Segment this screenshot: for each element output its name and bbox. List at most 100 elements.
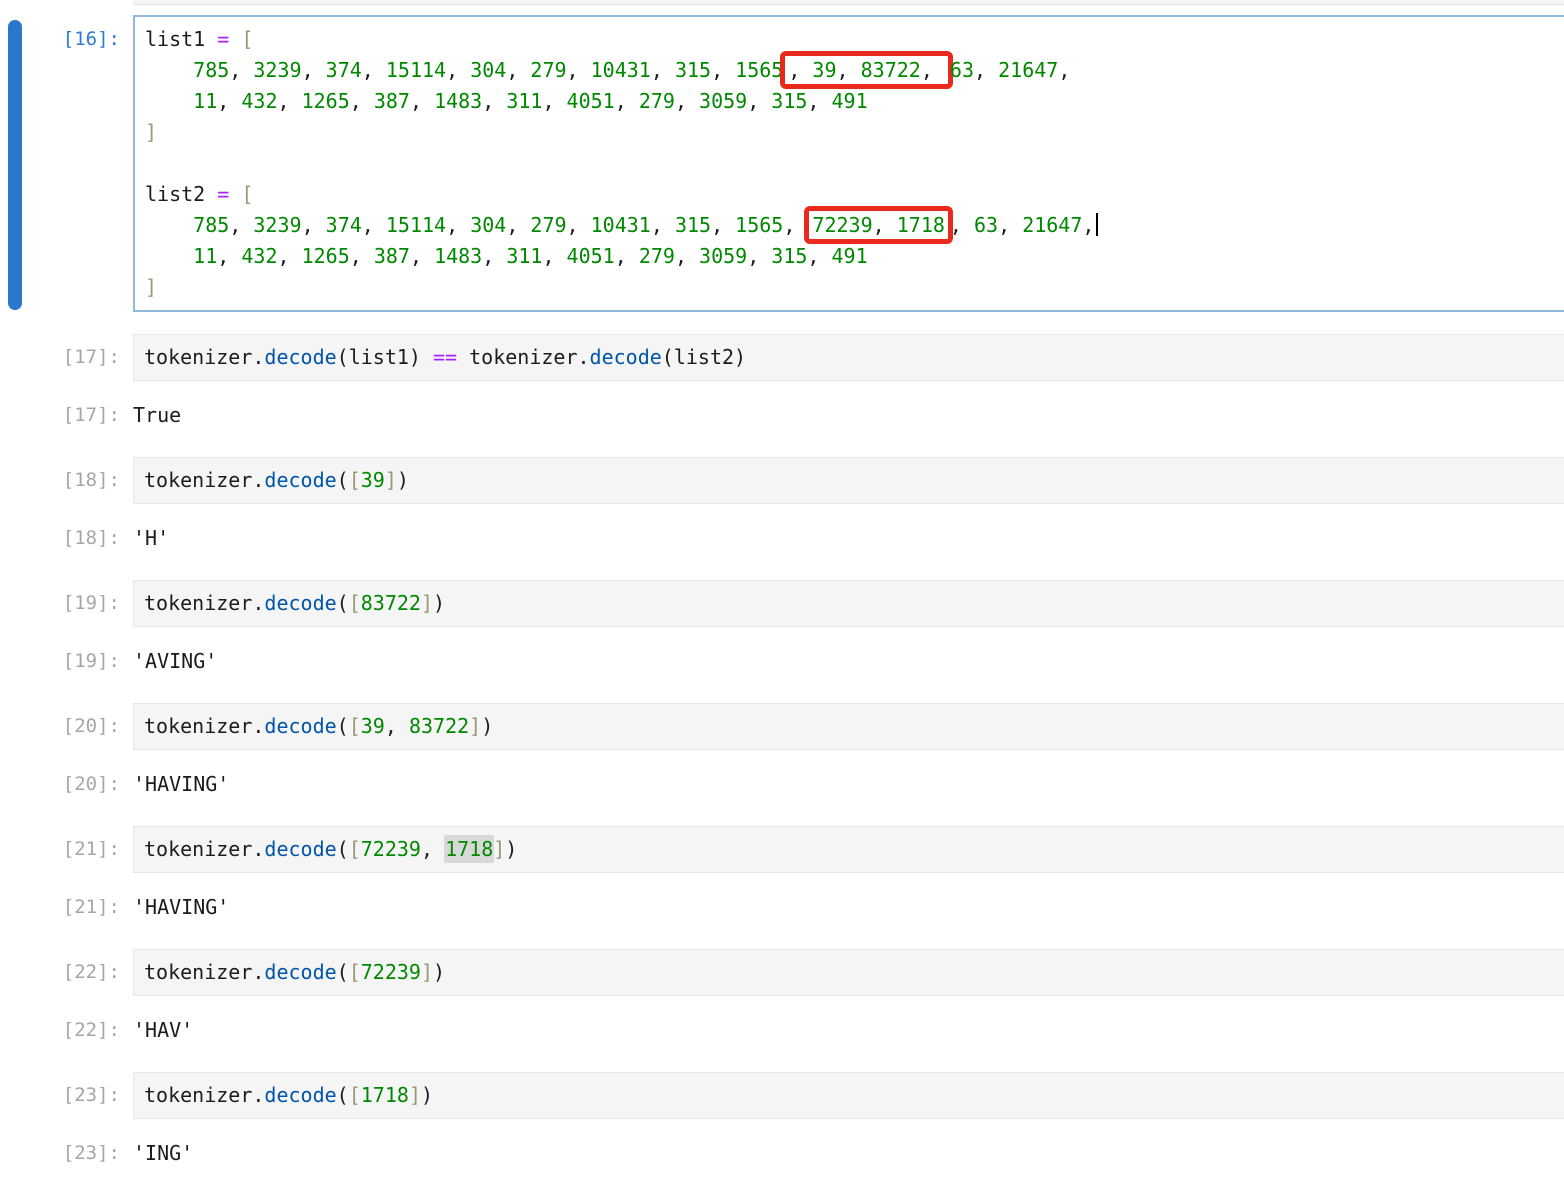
code-cell-19: [19]:tokenizer.decode([83722]) [0,580,1564,627]
code-token: , [542,244,566,268]
code-cell-16: [16]:list1 = [ 785, 3239, 374, 15114, 30… [0,15,1564,312]
code-token: 1718 [445,837,493,861]
code-token: ] [145,120,157,144]
code-token: ] [409,1083,421,1107]
code-token: 1265 [302,244,350,268]
code-token: , [807,244,831,268]
code-token: 315 [771,89,807,113]
code-token: 311 [506,244,542,268]
code-token: 3239 [253,213,301,237]
code-token: 279 [639,244,675,268]
code-line: ] [145,272,1554,303]
code-editor-23[interactable]: tokenizer.decode([1718]) [133,1072,1564,1119]
code-token: tokenizer. [144,1083,264,1107]
code-token: [ [349,837,361,861]
code-token: 4051 [567,89,615,113]
code-editor-17[interactable]: tokenizer.decode(list1) == tokenizer.dec… [133,334,1564,381]
code-token: 311 [506,89,542,113]
code-token: 63 [950,58,974,82]
code-token: 1718 [361,1083,409,1107]
code-line: tokenizer.decode([72239]) [144,957,1554,988]
code-token: ) [397,468,409,492]
code-token: , [229,213,253,237]
code-token: , [788,58,812,82]
code-token: , [542,89,566,113]
input-prompt-20: [20]: [0,703,133,750]
output-cell-22: [22]:'HAV' [0,1010,1564,1050]
active-cell-indicator-bar[interactable] [8,20,22,310]
code-token: 1718 [361,1083,409,1107]
code-token: list2 [145,182,217,206]
output-prompt-23: [23]: [0,1133,133,1173]
code-token: decode [264,468,336,492]
code-token: 72239 [361,837,421,861]
code-token: , [921,58,945,82]
code-token: 72239 [812,213,872,237]
code-token: 785, 3239, 374, 15114, 304, 279, 10431, … [193,213,807,237]
code-token: , [362,213,386,237]
code-token: 15114 [386,213,446,237]
code-token: 3239 [253,58,301,82]
code-token: , [350,89,374,113]
code-editor-20[interactable]: tokenizer.decode([39, 83722]) [133,703,1564,750]
code-token: ] [145,275,157,299]
code-cell-21: [21]:tokenizer.decode([72239, 1718]) [0,826,1564,873]
code-token: decode [264,591,336,615]
code-token: 10431 [591,58,651,82]
code-token: ( [337,837,349,861]
output-prompt-17: [17]: [0,395,133,435]
code-token: 39 [812,58,836,82]
code-token [229,27,241,51]
code-token: 491 [832,244,868,268]
code-token: 491 [832,89,868,113]
code-token: , [950,213,974,237]
code-token: , [446,213,470,237]
code-token: , [362,58,386,82]
output-prompt-22: [22]: [0,1010,133,1050]
code-token: , [482,244,506,268]
code-token: , [998,213,1022,237]
code-editor-18[interactable]: tokenizer.decode([39]) [133,457,1564,504]
output-text-23: 'ING' [133,1133,193,1173]
code-editor-22[interactable]: tokenizer.decode([72239]) [133,949,1564,996]
code-token: decode [264,960,336,984]
code-token: 72239, [361,837,445,861]
code-token: = [217,182,229,206]
input-prompt-18: [18]: [0,457,133,504]
code-token: (list2) [662,345,746,369]
code-cell-20: [20]:tokenizer.decode([39, 83722]) [0,703,1564,750]
selection-highlight: 1718 [444,835,494,863]
output-text-17: True [133,395,181,435]
code-cell-23: [23]:tokenizer.decode([1718]) [0,1072,1564,1119]
code-token: [ [349,960,361,984]
code-token: , 39, 83722, [788,58,945,82]
code-token: , [747,244,771,268]
code-editor-16[interactable]: list1 = [ 785, 3239, 374, 15114, 304, 27… [133,15,1564,312]
code-token: 39, 83722 [361,714,469,738]
code-token: ( [337,714,349,738]
code-token: , [675,89,699,113]
code-token: ( [337,960,349,984]
code-token: [ [349,714,361,738]
code-token: decode [264,1083,336,1107]
code-token: [ [349,1083,361,1107]
code-token: [ [349,591,361,615]
code-token: , [974,58,998,82]
code-token: 374 [326,213,362,237]
code-editor-19[interactable]: tokenizer.decode([83722]) [133,580,1564,627]
code-editor-21[interactable]: tokenizer.decode([72239, 1718]) [133,826,1564,873]
code-token: , [217,244,241,268]
code-token: 1483 [434,89,482,113]
output-prompt-20: [20]: [0,764,133,804]
code-token: decode [264,837,336,861]
code-cell-22: [22]:tokenizer.decode([72239]) [0,949,1564,996]
code-token: , [1082,213,1094,237]
code-token: 279 [530,58,566,82]
code-token: 11 [193,244,217,268]
code-line: 11, 432, 1265, 387, 1483, 311, 4051, 279… [145,241,1554,272]
code-token: [ [241,182,253,206]
code-token: list1 [145,27,217,51]
code-line: tokenizer.decode([39]) [144,465,1554,496]
code-token: 63 [974,213,998,237]
code-token: , [711,213,735,237]
